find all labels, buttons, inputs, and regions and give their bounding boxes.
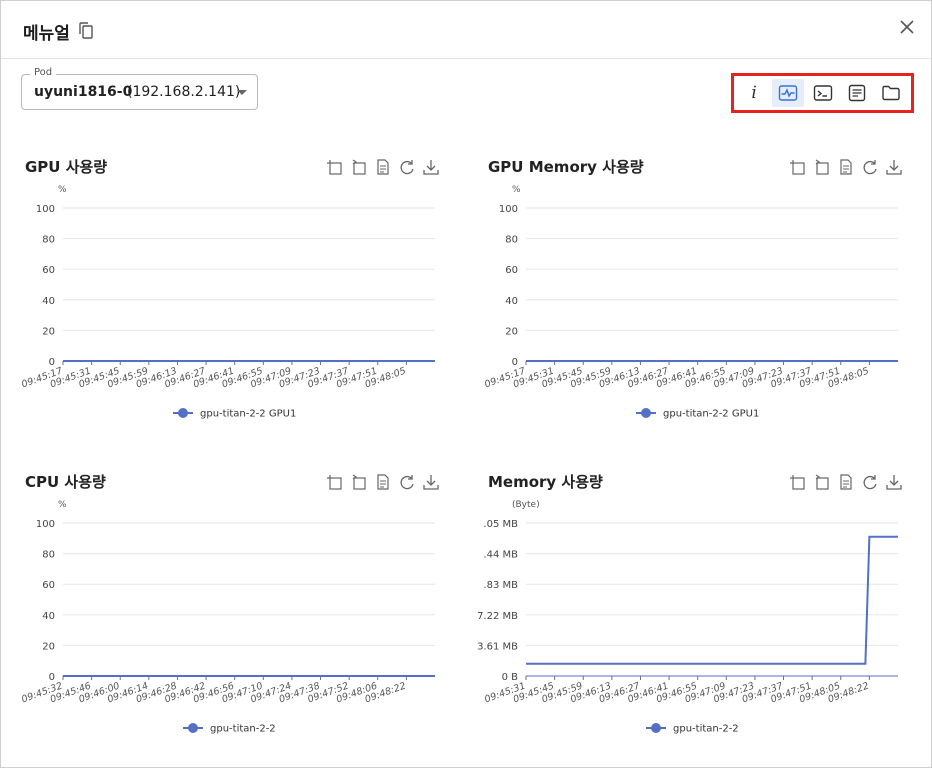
- y-tick-label: 40: [42, 296, 55, 307]
- chart-title: Memory 사용량: [488, 473, 603, 491]
- gpu-memory-usage-chart: % 100 80 60 40 20 0 09:45:17 09:45:31 09:45:45 09:…: [464, 156, 904, 456]
- chart-toolbox: [326, 158, 440, 176]
- y-tick-label: 0: [512, 357, 518, 368]
- legend-marker-dot: [188, 723, 198, 733]
- save-image-icon[interactable]: [422, 473, 440, 491]
- y-tick-label: 7.22 MB: [477, 611, 518, 622]
- zoom-reset-icon[interactable]: [350, 473, 368, 491]
- chart-plot: (Byte) .05 MB .44 MB .83 MB 7.22 MB 3.61 MB 0 …: [477, 500, 898, 735]
- y-tick-label: 20: [505, 326, 518, 337]
- data-view-icon[interactable]: [374, 158, 392, 176]
- y-tick-label: 0 B: [502, 672, 519, 683]
- y-axis-unit: (Byte): [512, 500, 540, 510]
- y-tick-label: 80: [42, 235, 55, 246]
- close-icon[interactable]: [896, 16, 918, 38]
- y-tick-label: 40: [505, 296, 518, 307]
- y-tick-label: .05 MB: [483, 519, 518, 530]
- y-axis-unit: %: [512, 185, 521, 195]
- zoom-reset-icon[interactable]: [350, 158, 368, 176]
- terminal-icon[interactable]: [806, 79, 838, 107]
- dialog-header: 메뉴얼: [1, 1, 931, 59]
- zoom-icon[interactable]: [789, 158, 807, 176]
- chart-toolbox: [789, 158, 903, 176]
- info-icon[interactable]: i: [738, 79, 770, 107]
- pod-select[interactable]: Pod uyuni1816-0 (192.168.2.141): [21, 67, 258, 110]
- pod-ip: (192.168.2.141): [127, 84, 241, 100]
- legend-label: gpu-titan-2-2 GPU1: [200, 409, 296, 420]
- y-tick-label: 60: [505, 265, 518, 276]
- y-axis-unit: %: [58, 500, 67, 510]
- chart-plot: %10080604020009:45:1709:45:3109:45:4509:…: [483, 185, 898, 420]
- gpu-usage-chart: % 100 80 60 40 20 0 09:45:17 09:45:31 09:45:45 09:…: [1, 156, 441, 456]
- y-tick-label: 80: [505, 235, 518, 246]
- chart-title: GPU Memory 사용량: [488, 158, 644, 176]
- legend-label: gpu-titan-2-2: [673, 724, 739, 735]
- chart-toolbox: [789, 473, 903, 491]
- zoom-icon[interactable]: [326, 473, 344, 491]
- y-tick-label: 0: [49, 357, 55, 368]
- y-tick-label: 100: [499, 204, 518, 215]
- y-tick-label: 3.61 MB: [477, 641, 518, 652]
- zoom-icon[interactable]: [326, 158, 344, 176]
- copy-icon[interactable]: [79, 22, 93, 39]
- legend-marker-dot: [641, 408, 651, 418]
- data-view-icon[interactable]: [837, 473, 855, 491]
- y-tick-label: 100: [36, 519, 55, 530]
- chart-plot: %10080604020009:45:1709:45:3109:45:4509:…: [20, 185, 435, 420]
- zoom-reset-icon[interactable]: [813, 473, 831, 491]
- series-line: [526, 535, 898, 665]
- zoom-reset-icon[interactable]: [813, 158, 831, 176]
- folder-icon[interactable]: [875, 79, 907, 107]
- save-image-icon[interactable]: [422, 158, 440, 176]
- y-tick-label: 60: [42, 265, 55, 276]
- pod-name: uyuni1816-0: [34, 84, 133, 100]
- legend-label: gpu-titan-2-2: [210, 724, 276, 735]
- y-tick-label: .83 MB: [483, 580, 518, 591]
- y-tick-label: 0: [49, 672, 55, 683]
- chart-plot: %10080604020009:45:3209:45:4609:46:0009:…: [20, 500, 435, 735]
- dialog-title: 메뉴얼: [23, 24, 70, 44]
- monitor-icon[interactable]: [772, 79, 805, 107]
- y-tick-label: 20: [42, 641, 55, 652]
- y-tick-label: 80: [42, 550, 55, 561]
- restore-icon[interactable]: [398, 158, 416, 176]
- restore-icon[interactable]: [398, 473, 416, 491]
- legend-marker-dot: [651, 723, 661, 733]
- legend-marker-dot: [178, 408, 188, 418]
- pod-select-label: Pod: [30, 67, 57, 78]
- chevron-down-icon: [237, 90, 247, 95]
- memory-usage-chart: (Byte) .05 MB .44 MB .83 MB 7.22 MB 3.61 MB 0 …: [464, 471, 904, 768]
- y-tick-label: 20: [42, 326, 55, 337]
- restore-icon[interactable]: [861, 473, 879, 491]
- zoom-icon[interactable]: [789, 473, 807, 491]
- manual-dialog: 메뉴얼 Pod uyuni1816-0 (192.168.2.141) i % …: [0, 0, 932, 768]
- y-tick-label: .44 MB: [483, 550, 518, 561]
- y-tick-label: 100: [36, 204, 55, 215]
- cpu-usage-chart: % 100 80 60 40 20 0 09:45:32 09:45:46 09:46:00 09:…: [1, 471, 441, 768]
- save-image-icon[interactable]: [885, 158, 903, 176]
- save-image-icon[interactable]: [885, 473, 903, 491]
- legend-label: gpu-titan-2-2 GPU1: [663, 409, 759, 420]
- y-tick-label: 40: [42, 611, 55, 622]
- y-axis-unit: %: [58, 185, 67, 195]
- chart-title: GPU 사용량: [25, 158, 108, 176]
- y-tick-label: 60: [42, 580, 55, 591]
- restore-icon[interactable]: [861, 158, 879, 176]
- chart-toolbox: [326, 473, 440, 491]
- log-icon[interactable]: [841, 79, 873, 107]
- data-view-icon[interactable]: [374, 473, 392, 491]
- chart-title: CPU 사용량: [25, 473, 106, 491]
- data-view-icon[interactable]: [837, 158, 855, 176]
- pod-view-toolbar: i: [731, 73, 914, 113]
